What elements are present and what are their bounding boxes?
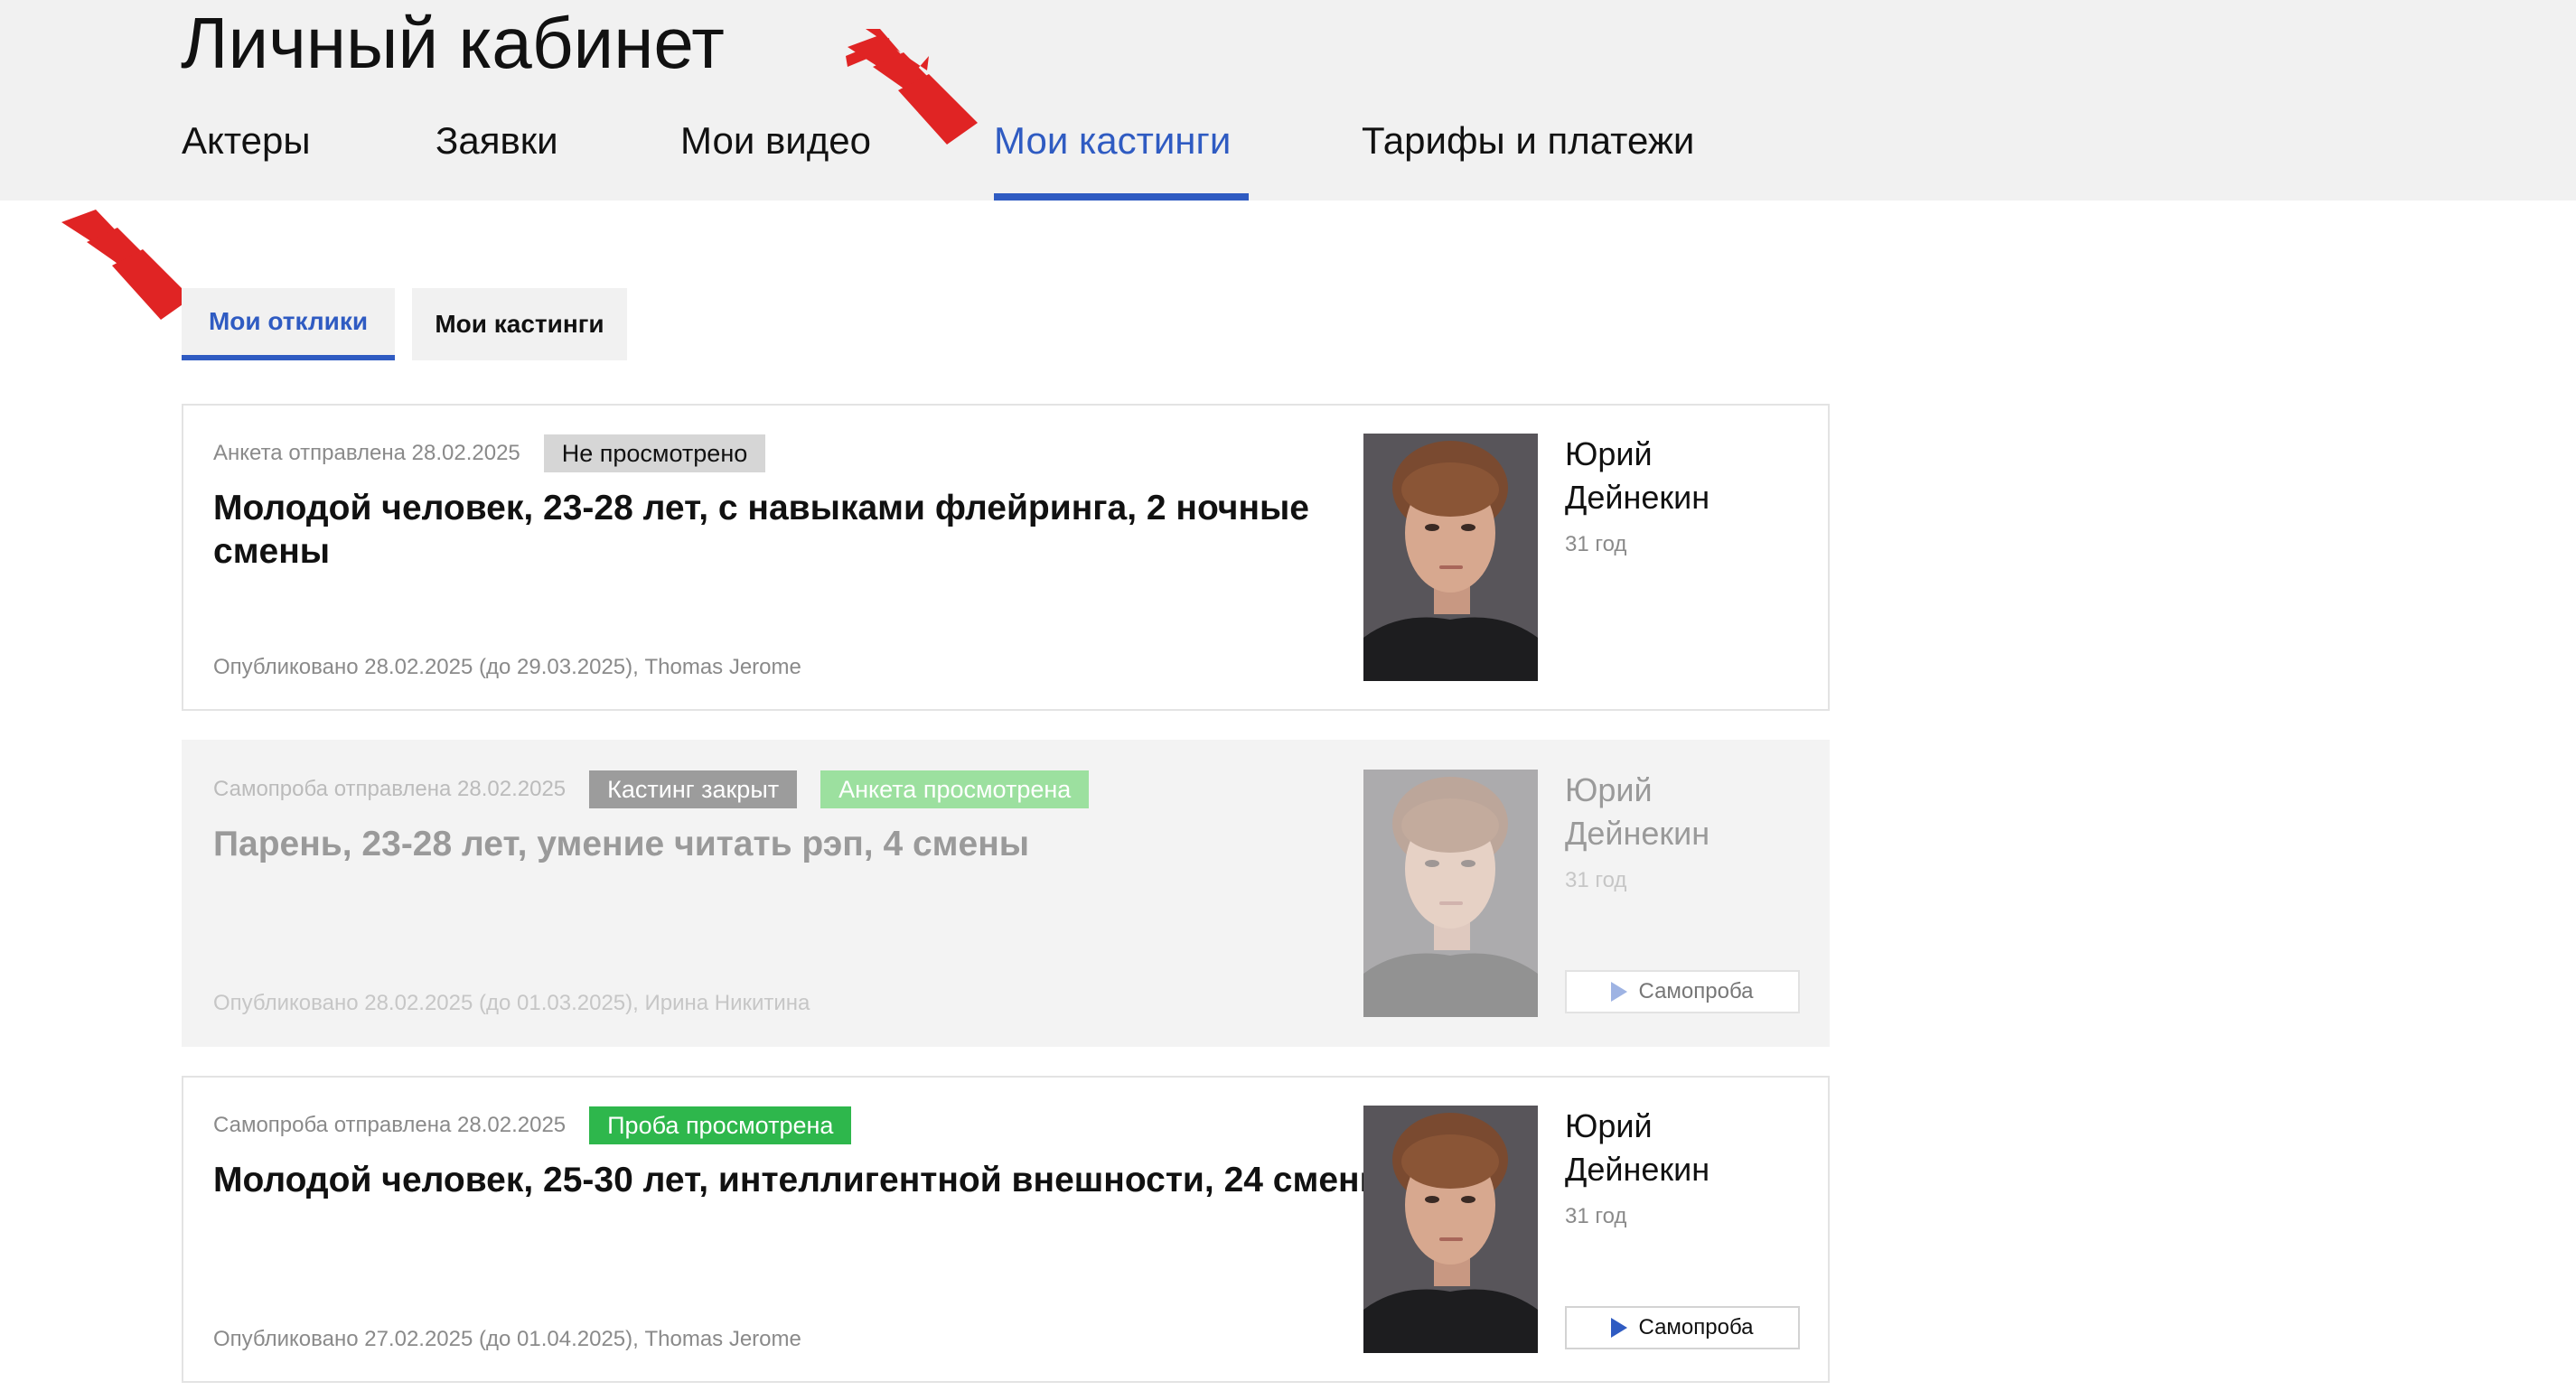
actor-age: 31 год (1565, 1204, 1627, 1228)
published-info: Опубликовано 28.02.2025 (до 29.03.2025),… (213, 655, 801, 679)
sent-date: Самопроба отправлена 28.02.2025 (213, 1113, 567, 1137)
subtab-my-responses[interactable]: Мои отклики (182, 288, 395, 360)
casting-card[interactable]: Самопроба отправлена 28.02.2025 Кастинг … (182, 740, 1830, 1047)
casting-card[interactable]: Анкета отправлена 28.02.2025 Не просмотр… (182, 404, 1830, 711)
status-badge: Не просмотрено (543, 434, 766, 472)
selftape-button[interactable]: Самопроба (1565, 1306, 1800, 1349)
actor-name[interactable]: Юрий Дейнекин (1565, 433, 1800, 519)
tab-my-castings[interactable]: Мои кастинги (994, 116, 1249, 201)
casting-title[interactable]: Молодой человек, 25-30 лет, интеллигентн… (213, 1159, 1406, 1202)
actor-name[interactable]: Юрий Дейнекин (1565, 769, 1800, 855)
tab-requests[interactable]: Заявки (436, 116, 558, 201)
actor-age: 31 год (1565, 868, 1627, 892)
status-badge: Проба просмотрена (589, 1106, 852, 1144)
selftape-button-label: Самопроба (1638, 1315, 1754, 1339)
play-icon (1611, 1318, 1628, 1338)
actor-photo (1363, 434, 1538, 681)
selftape-button[interactable]: Самопроба (1565, 970, 1800, 1013)
tab-tariffs-payments[interactable]: Тарифы и платежи (1362, 116, 1694, 201)
sent-date: Самопроба отправлена 28.02.2025 (213, 777, 567, 801)
sent-date: Анкета отправлена 28.02.2025 (213, 441, 520, 465)
header: Личный кабинет Актеры Заявки Мои видео М… (0, 0, 2576, 201)
selftape-button-label: Самопроба (1638, 979, 1754, 1003)
status-badge: Кастинг закрыт (589, 770, 798, 808)
page-title: Личный кабинет (181, 3, 725, 83)
tab-actors[interactable]: Актеры (182, 116, 311, 201)
casting-title[interactable]: Парень, 23-28 лет, умение читать рэп, 4 … (213, 823, 1406, 866)
tab-my-videos[interactable]: Мои видео (680, 116, 871, 201)
actor-age: 31 год (1565, 532, 1627, 556)
actor-photo (1363, 770, 1538, 1017)
red-chevron-arrow-icon (61, 210, 192, 320)
status-badge: Анкета просмотрена (820, 770, 1090, 808)
published-info: Опубликовано 27.02.2025 (до 01.04.2025),… (213, 1327, 801, 1351)
actor-name[interactable]: Юрий Дейнекин (1565, 1105, 1800, 1191)
red-chevron-arrow-icon (846, 29, 978, 145)
card-meta: Самопроба отправлена 28.02.2025 Проба пр… (213, 1106, 875, 1144)
play-icon (1611, 982, 1628, 1002)
subtab-my-castings[interactable]: Мои кастинги (412, 288, 627, 360)
casting-card[interactable]: Самопроба отправлена 28.02.2025 Проба пр… (182, 1076, 1830, 1383)
casting-title[interactable]: Молодой человек, 23-28 лет, с навыками ф… (213, 487, 1406, 574)
card-meta: Анкета отправлена 28.02.2025 Не просмотр… (213, 434, 789, 472)
actor-photo (1363, 1106, 1538, 1353)
published-info: Опубликовано 28.02.2025 (до 01.03.2025),… (213, 991, 810, 1015)
card-meta: Самопроба отправлена 28.02.2025 Кастинг … (213, 770, 1112, 808)
